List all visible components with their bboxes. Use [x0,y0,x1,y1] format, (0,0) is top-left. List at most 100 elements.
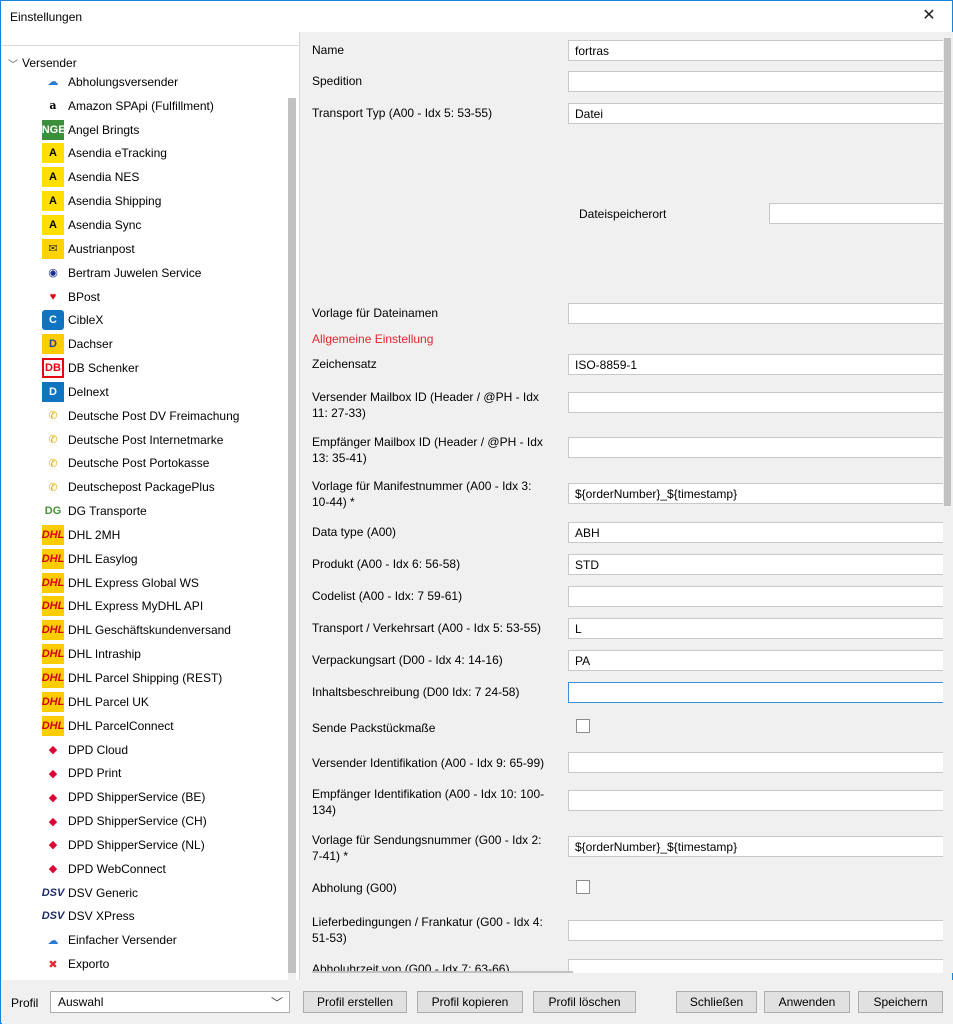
bpost-icon: ♥ [49,290,57,303]
manifest-field[interactable]: ${orderNumber}_${timestamp} [568,483,944,504]
anwenden-button[interactable]: Anwenden [764,991,850,1013]
asendia-icon: A [42,214,64,235]
sendungsnummer-field[interactable]: ${orderNumber}_${timestamp} [568,836,944,857]
verpackungsart-field[interactable]: PA [568,650,944,671]
tree-item[interactable]: ☁ Einfacher Versender [42,928,239,952]
transport-typ-select[interactable]: Datei [568,103,944,124]
angel-icon: ANGEL [34,119,72,140]
tree-item[interactable]: ◆ DPD WebConnect [42,857,239,881]
name-field[interactable]: fortras [568,40,944,61]
versender-mailbox-field[interactable] [568,392,944,413]
title-bar: Einstellungen ✕ [1,1,952,32]
tree-item[interactable]: ✆ Deutsche Post Portokasse [42,452,239,476]
chevron-down-icon[interactable]: ﹀ [8,56,20,71]
data-type-field[interactable]: ABH [568,522,944,543]
tree-item[interactable]: ◆ DPD ShipperService (NL) [42,833,239,857]
empfaenger-mailbox-field[interactable] [568,437,944,458]
form-horizontal-scrollbar-thumb[interactable] [312,971,573,973]
tree-item[interactable]: ✉ Austrianpost [42,237,239,261]
tree-item[interactable]: a Amazon SPApi (Fulfillment) [42,94,239,118]
tree-item-label: DHL Intraship [68,647,141,662]
tree-item[interactable]: ✆ Deutschepost PackagePlus [42,475,239,499]
close-icon[interactable]: ✕ [906,1,952,32]
tree-item[interactable]: DHL DHL Intraship [42,642,239,666]
tree-item[interactable]: ◆ DPD ShipperService (CH) [42,809,239,833]
tree-item-label: Deutsche Post Portokasse [68,456,210,471]
tree-item-label: DHL Express Global WS [68,575,199,590]
carrier-tree[interactable]: ﹀ Versender ☁ Abholungsversender a Amazon S… [2,32,300,980]
tree-item[interactable]: DSV DSV XPress [42,905,239,929]
tree-item[interactable]: DHL DHL Parcel UK [42,690,239,714]
spedition-field[interactable] [568,71,944,92]
versender-mailbox-label: Versender Mailbox ID (Header / @PH - Idx… [312,390,539,420]
tree-root-versender[interactable]: ﹀ Versender [8,56,77,71]
form-vertical-scrollbar[interactable] [943,32,953,973]
codelist-field[interactable] [568,586,944,607]
tree-item[interactable]: A Asendia Sync [42,213,239,237]
tree-item[interactable]: D Dachser [42,332,239,356]
tree-item[interactable]: A Asendia eTracking [42,142,239,166]
tree-scrollbar-thumb[interactable] [288,98,296,973]
profil-erstellen-button[interactable]: Profil erstellen [303,991,407,1013]
tree-item[interactable]: ♥ BPost [42,285,239,309]
tree-item[interactable]: A Asendia Shipping [42,189,239,213]
lieferbedingungen-label: Lieferbedingungen / Frankatur (G00 - Idx… [312,915,543,945]
zeichensatz-label: Zeichensatz [312,357,377,371]
zeichensatz-select[interactable]: ISO-8859-1 [568,354,944,375]
dsv-icon: DSV [41,910,65,923]
packstueck-checkbox[interactable] [576,719,590,733]
tree-item[interactable]: DHL DHL ParcelConnect [42,714,239,738]
produkt-field[interactable]: STD [568,554,944,575]
dhl-icon: DHL [42,715,64,736]
versender-ident-field[interactable] [568,752,944,773]
deutsche-post-icon: ✆ [48,410,58,423]
transport-typ-label: Transport Typ (A00 - Idx 5: 53-55) [312,106,493,120]
form-horizontal-scrollbar[interactable] [301,971,943,973]
name-label: Name [312,43,345,57]
tree-item-label: CibleX [68,313,104,328]
profil-select[interactable]: Auswahl ﹀ [50,991,290,1013]
tree-item[interactable]: ◉ Bertram Juwelen Service [42,261,239,285]
ciblex-icon: C [42,310,64,331]
tree-item[interactable]: DHL DHL Easylog [42,547,239,571]
tree-item[interactable]: ANGEL Angel Bringts [34,118,239,142]
tree-item[interactable]: ✆ Deutsche Post DV Freimachung [42,404,239,428]
tree-item[interactable]: DHL DHL Express Global WS [42,571,239,595]
abholung-checkbox[interactable] [576,880,590,894]
tree-item[interactable]: DG DG Transporte [42,499,239,523]
tree-item[interactable]: DHL DHL Geschäftskundenversand [42,618,239,642]
tree-item[interactable]: ◆ DPD ShipperService (BE) [42,785,239,809]
tree-item[interactable]: ✆ Deutsche Post Internetmarke [42,428,239,452]
dateispeicherort-field[interactable] [769,203,949,224]
tree-item[interactable]: DSV DSV Generic [42,881,239,905]
packstueck-label: Sende Packstückmaße [312,721,436,735]
tree-item[interactable]: ◆ DPD Cloud [42,738,239,762]
tree-item[interactable]: ☁ Abholungsversender [42,70,239,94]
tree-item[interactable]: A Asendia NES [42,165,239,189]
lieferbedingungen-field[interactable] [568,920,944,941]
tree-item[interactable]: ◆ DPD Print [42,761,239,785]
tree-item[interactable]: DHL DHL Express MyDHL API [42,595,239,619]
tree-item-label: DHL ParcelConnect [68,718,174,733]
tree-item[interactable]: DB DB Schenker [42,356,239,380]
profil-kopieren-button[interactable]: Profil kopieren [417,991,523,1013]
tree-item[interactable]: ✖ Exporto [42,952,239,976]
empfaenger-ident-field[interactable] [568,790,944,811]
verkehrsart-field[interactable]: L [568,618,944,639]
inhalt-field[interactable] [568,682,944,703]
delnext-icon: D [42,381,64,402]
tree-item[interactable]: D Delnext [42,380,239,404]
speichern-button[interactable]: Speichern [858,991,943,1013]
tree-item-label: Deutsche Post Internetmarke [68,432,224,447]
tree-item[interactable]: DHL DHL Parcel Shipping (REST) [42,666,239,690]
tree-scrollbar[interactable] [288,98,296,980]
form-vertical-scrollbar-thumb[interactable] [944,38,951,506]
schliessen-button[interactable]: Schließen [676,991,757,1013]
dpd-icon: ◆ [48,767,58,780]
tree-item[interactable]: DHL DHL 2MH [42,523,239,547]
profil-select-value: Auswahl [58,995,104,1009]
vorlage-dateinamen-field[interactable] [568,303,944,324]
carrier-list: ☁ Abholungsversender a Amazon SPApi (Fulfil… [34,70,240,976]
profil-loeschen-button[interactable]: Profil löschen [533,991,636,1013]
tree-item[interactable]: C CibleX [42,308,239,332]
